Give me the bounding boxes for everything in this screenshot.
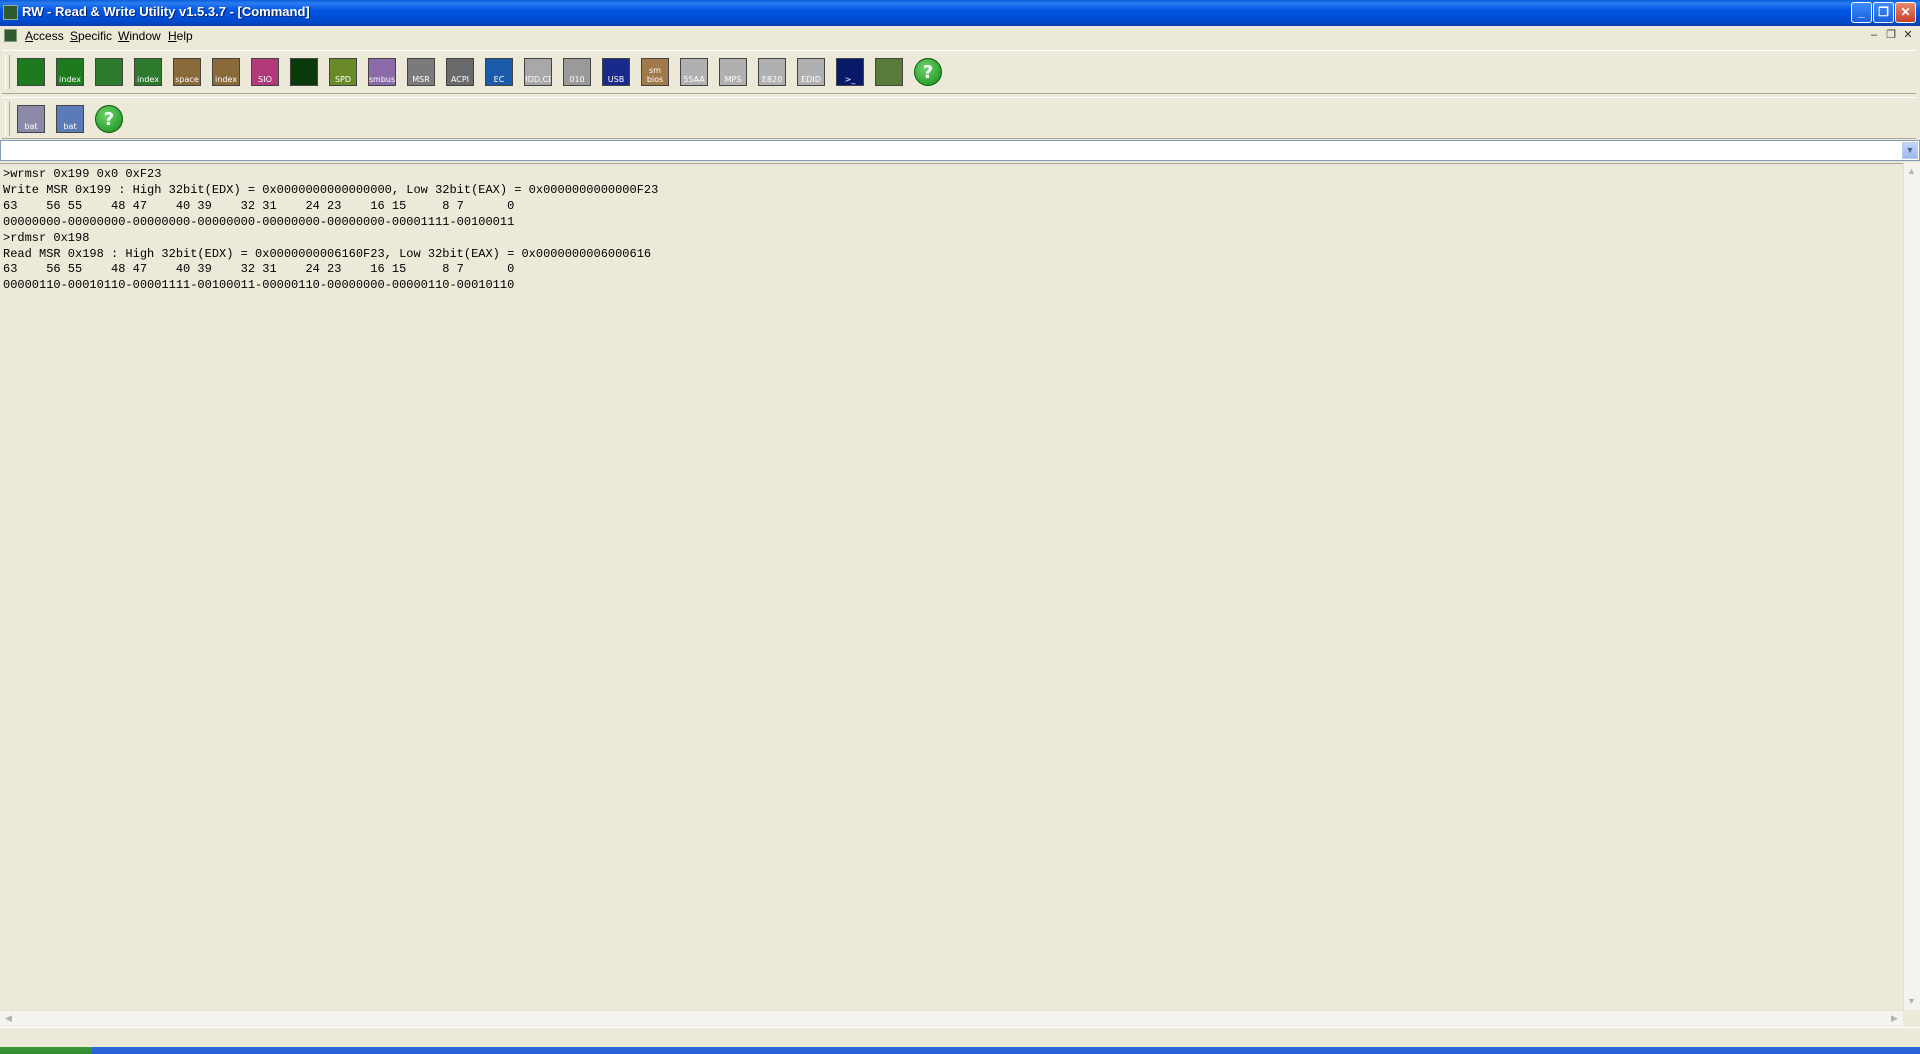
vertical-scrollbar[interactable]: ▲ ▼	[1903, 163, 1920, 1010]
help-button[interactable]: ?	[911, 55, 945, 89]
scrollbar-corner	[1903, 1010, 1920, 1027]
smbus-icon: smbus	[368, 58, 396, 86]
acpi-icon: ACPI	[446, 58, 474, 86]
ec-icon: EC	[485, 58, 513, 86]
menu-help[interactable]: Help	[168, 29, 193, 43]
scroll-up-icon[interactable]: ▲	[1904, 164, 1919, 179]
help-icon: ?	[914, 58, 942, 86]
spd-button[interactable]: SPD	[326, 55, 360, 89]
run-bat-icon: bat	[56, 105, 84, 133]
command-icon: >_	[836, 58, 864, 86]
memory-icon	[95, 58, 123, 86]
memory-index-button[interactable]: index	[131, 55, 165, 89]
close-button[interactable]: ✕	[1895, 2, 1916, 23]
menu-bar: Access Specific Window Help – ❐ ✕	[0, 26, 1920, 46]
acpi-button[interactable]: ACPI	[443, 55, 477, 89]
mdi-restore-button[interactable]: ❐	[1884, 29, 1898, 43]
io-space-icon: space	[173, 58, 201, 86]
pci-icon	[17, 58, 45, 86]
mdi-close-button[interactable]: ✕	[1901, 29, 1915, 43]
pci-index-button[interactable]: index	[53, 55, 87, 89]
smbios-icon: sm bios	[641, 58, 669, 86]
msr-button[interactable]: MSR	[404, 55, 438, 89]
55aa-button[interactable]: 55AA	[677, 55, 711, 89]
command-output[interactable]: >wrmsr 0x199 0x0 0xF23 Write MSR 0x199 :…	[0, 163, 1903, 1010]
disk-icon: 010	[563, 58, 591, 86]
io-index-button[interactable]: index	[209, 55, 243, 89]
edid-button[interactable]: EDID	[794, 55, 828, 89]
pci-index-icon: index	[56, 58, 84, 86]
output-text: >wrmsr 0x199 0x0 0xF23 Write MSR 0x199 :…	[3, 167, 659, 293]
app-icon[interactable]	[3, 5, 18, 20]
scroll-down-icon[interactable]: ▼	[1904, 994, 1919, 1009]
waveform-button[interactable]	[287, 55, 321, 89]
spd-icon: SPD	[329, 58, 357, 86]
title-bar[interactable]: RW - Read & Write Utility v1.5.3.7 - [Co…	[0, 0, 1920, 26]
maximize-button[interactable]: ❐	[1873, 2, 1894, 23]
command-input[interactable]	[3, 142, 1897, 161]
e820-icon: E820	[758, 58, 786, 86]
55aa-icon: 55AA	[680, 58, 708, 86]
memory-index-icon: index	[134, 58, 162, 86]
ec-button[interactable]: EC	[482, 55, 516, 89]
disk-button[interactable]: 010	[560, 55, 594, 89]
run-bat-button[interactable]: bat	[53, 102, 87, 136]
dropdown-arrow-icon[interactable]: ▼	[1902, 142, 1918, 159]
status-bar	[0, 1027, 1920, 1047]
hdd-cd-button[interactable]: HDD,CD	[521, 55, 555, 89]
menu-window[interactable]: Window	[118, 29, 161, 43]
main-toolbar: index index space index SIO SPD smbus MSR ACPI EC…	[2, 50, 1916, 94]
sio-button[interactable]: SIO	[248, 55, 282, 89]
minimize-button[interactable]: _	[1851, 2, 1872, 23]
io-index-icon: index	[212, 58, 240, 86]
hdd-cd-icon: HDD,CD	[524, 58, 552, 86]
save-bat-button[interactable]: bat	[14, 102, 48, 136]
horizontal-scrollbar[interactable]: ◀ ▶	[0, 1010, 1903, 1027]
toolbar-grip[interactable]	[5, 55, 10, 89]
scroll-right-icon[interactable]: ▶	[1887, 1011, 1902, 1026]
msr-icon: MSR	[407, 58, 435, 86]
mps-button[interactable]: MPS	[716, 55, 750, 89]
menu-access[interactable]: Access	[25, 29, 64, 43]
command-toolbar: bat bat?	[2, 97, 1916, 139]
scroll-left-icon[interactable]: ◀	[1, 1011, 16, 1026]
smbios-button[interactable]: sm bios	[638, 55, 672, 89]
help-button[interactable]: ?	[92, 102, 126, 136]
io-space-button[interactable]: space	[170, 55, 204, 89]
mdi-minimize-button[interactable]: –	[1867, 29, 1881, 43]
start-button[interactable]	[0, 1047, 92, 1054]
taskbar	[0, 1047, 1920, 1054]
edid-icon: EDID	[797, 58, 825, 86]
help-icon: ?	[95, 105, 123, 133]
command-button[interactable]: >_	[833, 55, 867, 89]
window-title: RW - Read & Write Utility v1.5.3.7 - [Co…	[22, 4, 310, 19]
sio-icon: SIO	[251, 58, 279, 86]
command-combobox[interactable]: ▼	[0, 140, 1920, 161]
tools-icon	[875, 58, 903, 86]
waveform-icon	[290, 58, 318, 86]
usb-button[interactable]: USB	[599, 55, 633, 89]
menu-specific[interactable]: Specific	[70, 29, 112, 43]
mps-icon: MPS	[719, 58, 747, 86]
usb-icon: USB	[602, 58, 630, 86]
toolbar-grip[interactable]	[5, 102, 10, 136]
tools-button[interactable]	[872, 55, 906, 89]
smbus-button[interactable]: smbus	[365, 55, 399, 89]
mdi-child-icon[interactable]	[4, 29, 17, 42]
e820-button[interactable]: E820	[755, 55, 789, 89]
save-bat-icon: bat	[17, 105, 45, 133]
pci-button[interactable]	[14, 55, 48, 89]
memory-button[interactable]	[92, 55, 126, 89]
